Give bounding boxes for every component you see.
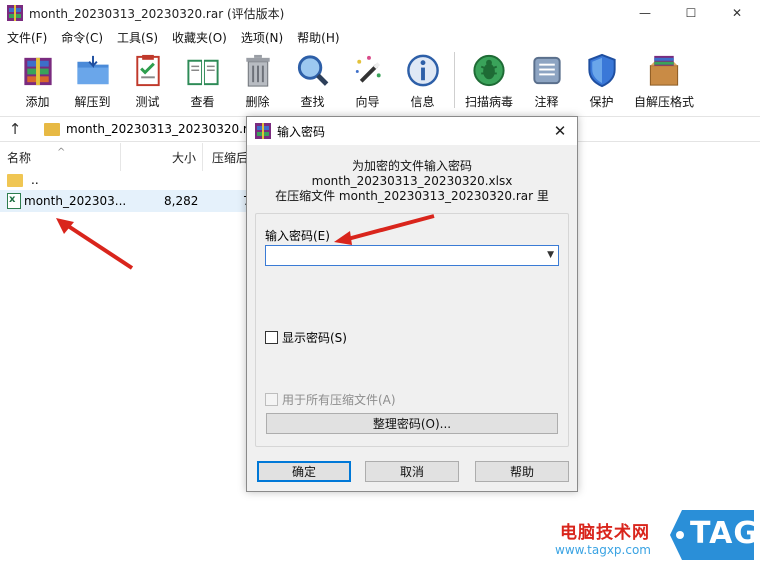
toolbar-separator: [454, 52, 455, 108]
wizard-label: 向导: [355, 95, 380, 109]
help-button[interactable]: 帮助: [475, 461, 569, 482]
dialog-title: 输入密码: [277, 124, 326, 139]
watermark-tag-logo: TAG: [668, 508, 758, 562]
folder-icon: [7, 173, 23, 187]
column-divider: [120, 143, 121, 171]
view-button[interactable]: 查看: [175, 48, 230, 110]
toolbar: 添加 解压到 测试 查看 删除 查找 向导 信息 扫描病毒 注释 保护 自解压格…: [0, 48, 760, 114]
menu-commands[interactable]: 命令(C): [54, 29, 110, 46]
delete-trash-icon: [245, 54, 270, 87]
dialog-info: 为加密的文件输入密码 month_20230313_20230320.xlsx …: [247, 159, 577, 204]
winrar-icon: [255, 123, 271, 139]
test-icon: [135, 54, 160, 87]
sfx-label: 自解压格式: [633, 95, 694, 109]
maximize-button[interactable]: ☐: [668, 0, 714, 26]
file-row-xlsx[interactable]: month_202303... 8,282 7: [0, 190, 251, 212]
column-size[interactable]: 大小: [172, 143, 196, 171]
test-label: 测试: [135, 95, 160, 109]
comment-button[interactable]: 注释: [519, 48, 574, 110]
extract-to-label: 解压到: [74, 95, 111, 109]
menu-help[interactable]: 帮助(H): [290, 29, 346, 46]
password-input[interactable]: ▼: [265, 245, 559, 266]
find-button[interactable]: 查找: [285, 48, 340, 110]
delete-label: 删除: [245, 95, 270, 109]
scan-virus-button[interactable]: 扫描病毒: [459, 48, 519, 110]
add-button[interactable]: 添加: [10, 48, 65, 110]
chevron-down-icon[interactable]: ▼: [547, 250, 554, 260]
find-label: 查找: [300, 95, 325, 109]
view-label: 查看: [190, 95, 215, 109]
add-label: 添加: [25, 95, 50, 109]
watermark-site-name: 电脑技术网: [560, 523, 650, 543]
cancel-button[interactable]: 取消: [365, 461, 459, 482]
window-controls: — ☐ ✕: [622, 0, 760, 26]
info-line-1: 为加密的文件输入密码: [351, 159, 472, 173]
use-for-all-checkbox[interactable]: 用于所有压缩文件(A): [265, 391, 396, 408]
red-arrow-to-file: [56, 218, 134, 270]
wizard-button[interactable]: 向导: [340, 48, 395, 110]
menu-favorites[interactable]: 收藏夹(O): [165, 29, 234, 46]
column-name[interactable]: 名称: [7, 143, 31, 171]
info-line-2: month_20230313_20230320.xlsx: [311, 174, 513, 188]
address-path-text: month_20230313_20230320.ra: [66, 122, 256, 136]
scan-virus-label: 扫描病毒: [464, 95, 513, 109]
info-button[interactable]: 信息: [395, 48, 450, 110]
minimize-button[interactable]: —: [622, 0, 668, 26]
add-archive-icon: [23, 57, 52, 86]
archive-folder-icon: [44, 122, 60, 136]
address-path[interactable]: month_20230313_20230320.ra: [44, 119, 255, 139]
scan-virus-icon: [473, 54, 505, 87]
watermark-url: www.tagxp.com: [555, 543, 651, 557]
organize-passwords-button[interactable]: 整理密码(O)...: [266, 413, 558, 434]
column-packed[interactable]: 压缩后: [212, 143, 248, 171]
extract-to-icon: [76, 55, 109, 85]
protect-shield-icon: [587, 53, 616, 88]
find-magnifier-icon: [297, 55, 328, 86]
dialog-title-bar: 输入密码 ✕: [247, 117, 577, 145]
checkbox-box[interactable]: [265, 331, 278, 344]
window-title: month_20230313_20230320.rar (评估版本): [29, 6, 285, 21]
wizard-wand-icon: [355, 55, 381, 83]
up-folder-button[interactable]: ↑: [0, 120, 30, 138]
password-dialog: 输入密码 ✕ 为加密的文件输入密码 month_20230313_2023032…: [246, 116, 578, 492]
file-name: ..: [31, 173, 39, 187]
extract-to-button[interactable]: 解压到: [65, 48, 120, 110]
ok-button[interactable]: 确定: [257, 461, 351, 482]
protect-button[interactable]: 保护: [574, 48, 629, 110]
file-size: 8,282: [164, 194, 199, 208]
comment-icon: [532, 56, 561, 85]
watermark-tag-text: TAG: [690, 516, 759, 551]
red-arrow-to-input: [334, 214, 435, 245]
menu-tools[interactable]: 工具(S): [110, 29, 165, 46]
menu-bar: 文件(F) 命令(C) 工具(S) 收藏夹(O) 选项(N) 帮助(H): [0, 27, 347, 47]
protect-label: 保护: [589, 95, 614, 109]
sort-ascending-icon: ^: [57, 146, 66, 158]
info-line-3: 在压缩文件 month_20230313_20230320.rar 里: [275, 189, 549, 203]
title-bar: month_20230313_20230320.rar (评估版本) — ☐ ✕: [0, 0, 760, 26]
view-book-icon: [186, 59, 219, 86]
info-icon: [406, 54, 439, 87]
column-divider: [202, 143, 203, 171]
info-label: 信息: [410, 95, 435, 109]
checkbox-box[interactable]: [265, 393, 278, 406]
menu-file[interactable]: 文件(F): [0, 29, 54, 46]
show-password-label: 显示密码(S): [282, 331, 347, 345]
excel-file-icon: [7, 193, 21, 209]
sfx-button[interactable]: 自解压格式: [629, 48, 699, 110]
file-name: month_202303...: [24, 194, 127, 208]
close-button[interactable]: ✕: [714, 0, 760, 26]
use-for-all-label: 用于所有压缩文件(A): [282, 393, 396, 407]
delete-button[interactable]: 删除: [230, 48, 285, 110]
password-label: 输入密码(E): [265, 229, 330, 243]
parent-folder-row[interactable]: ..: [0, 169, 246, 191]
test-button[interactable]: 测试: [120, 48, 175, 110]
winrar-icon: [7, 5, 23, 21]
sfx-box-icon: [649, 55, 679, 86]
comment-label: 注释: [534, 95, 559, 109]
dialog-close-button[interactable]: ✕: [549, 120, 571, 142]
menu-options[interactable]: 选项(N): [234, 29, 290, 46]
show-password-checkbox[interactable]: 显示密码(S): [265, 329, 347, 346]
